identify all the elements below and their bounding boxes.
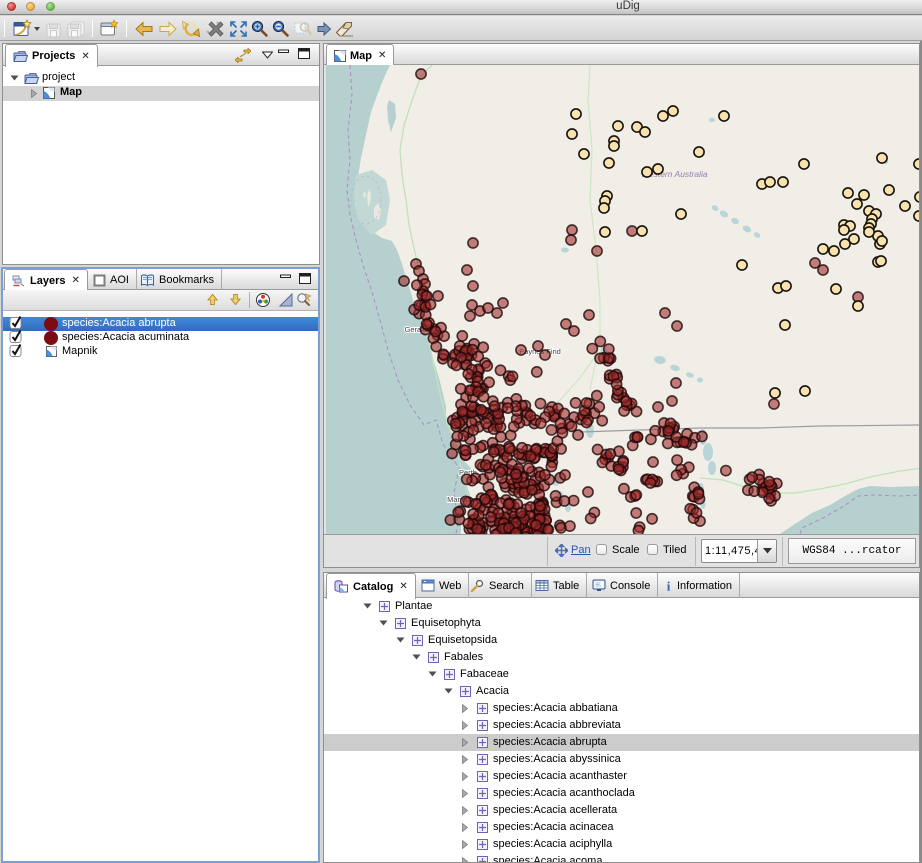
- svg-text:i: i: [667, 579, 671, 592]
